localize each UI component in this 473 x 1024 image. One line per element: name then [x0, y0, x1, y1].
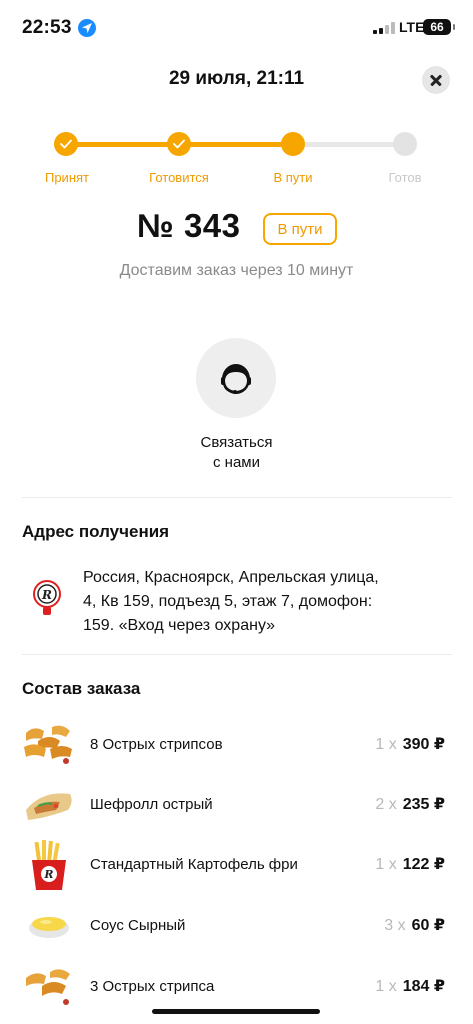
- contact-us-button[interactable]: [196, 338, 276, 418]
- item-name: Шефролл острый: [90, 796, 213, 813]
- item-qty: 2 x: [375, 796, 397, 813]
- battery-icon: 66: [423, 19, 455, 35]
- step-label-accepted: Принят: [44, 170, 89, 185]
- item-price: 3 x 60 ₽: [384, 915, 445, 935]
- location-arrow-icon: [78, 19, 96, 37]
- step-label-ready: Готов: [388, 170, 422, 185]
- cellular-signal-icon: [373, 22, 395, 34]
- fries-icon: R: [22, 838, 76, 890]
- strips-icon: [22, 962, 76, 1010]
- status-bar: 22:53 LTE 66: [0, 0, 473, 56]
- item-total: 235 ₽: [402, 796, 445, 813]
- close-button[interactable]: [422, 66, 450, 94]
- item-name: 3 Острых стрипса: [90, 978, 215, 995]
- item-qty: 1 x: [375, 978, 397, 995]
- divider: [22, 654, 452, 655]
- item-price: 2 x 235 ₽: [375, 794, 445, 814]
- contact-us-label[interactable]: Связаться с нами: [0, 433, 473, 473]
- restaurant-logo-icon: R: [32, 580, 62, 616]
- step-label-cooking: Готовится: [149, 170, 209, 185]
- svg-text:R: R: [41, 588, 52, 602]
- item-qty: 1 x: [375, 856, 397, 873]
- address-line: Россия, Красноярск, Апрельская улица,: [83, 569, 379, 586]
- address-title: Адрес получения: [22, 522, 170, 541]
- svg-text:R: R: [43, 868, 53, 881]
- home-indicator[interactable]: [152, 1009, 320, 1014]
- delivery-eta: Доставим заказ через 10 минут: [119, 262, 354, 279]
- item-qty: 3 x: [384, 917, 406, 934]
- address-line: 159. «Вход через охрану»: [83, 617, 276, 634]
- page-title: 29 июля, 21:11: [168, 68, 305, 89]
- order-items-title: Состав заказа: [22, 679, 141, 698]
- item-total: 60 ₽: [411, 917, 445, 934]
- item-total: 184 ₽: [402, 978, 445, 995]
- strips-icon: [22, 719, 76, 767]
- item-name: Соус Сырный: [90, 917, 186, 934]
- status-badge: В пути: [263, 213, 337, 245]
- item-name: Стандартный Картофель фри: [90, 856, 298, 873]
- roll-icon: [22, 780, 76, 828]
- progress-pending-dot: [393, 132, 417, 156]
- delivery-address: Россия, Красноярск, Апрельская улица, 4,…: [83, 566, 453, 638]
- progress-track-pending: [293, 142, 405, 147]
- address-line: 4, Кв 159, подъезд 5, этаж 7, домофон:: [83, 593, 373, 610]
- network-type: LTE: [399, 19, 425, 35]
- support-headset-icon: [221, 364, 251, 394]
- item-price: 1 x 122 ₽: [375, 854, 445, 874]
- item-total: 122 ₽: [402, 856, 445, 873]
- item-total: 390 ₽: [402, 736, 445, 753]
- step-label-on-the-way: В пути: [273, 170, 313, 185]
- item-qty: 1 x: [375, 736, 397, 753]
- divider: [22, 497, 452, 498]
- order-number: № 343: [137, 207, 241, 244]
- contact-label-line: с нами: [213, 454, 260, 471]
- status-time: 22:53: [22, 17, 72, 38]
- contact-label-line: Связаться: [200, 434, 273, 451]
- sauce-icon: [22, 900, 76, 948]
- item-price: 1 x 390 ₽: [375, 734, 445, 754]
- check-icon: [167, 132, 191, 156]
- check-icon: [54, 132, 78, 156]
- item-price: 1 x 184 ₽: [375, 976, 445, 996]
- progress-current-dot: [281, 132, 305, 156]
- item-name: 8 Острых стрипсов: [90, 736, 223, 753]
